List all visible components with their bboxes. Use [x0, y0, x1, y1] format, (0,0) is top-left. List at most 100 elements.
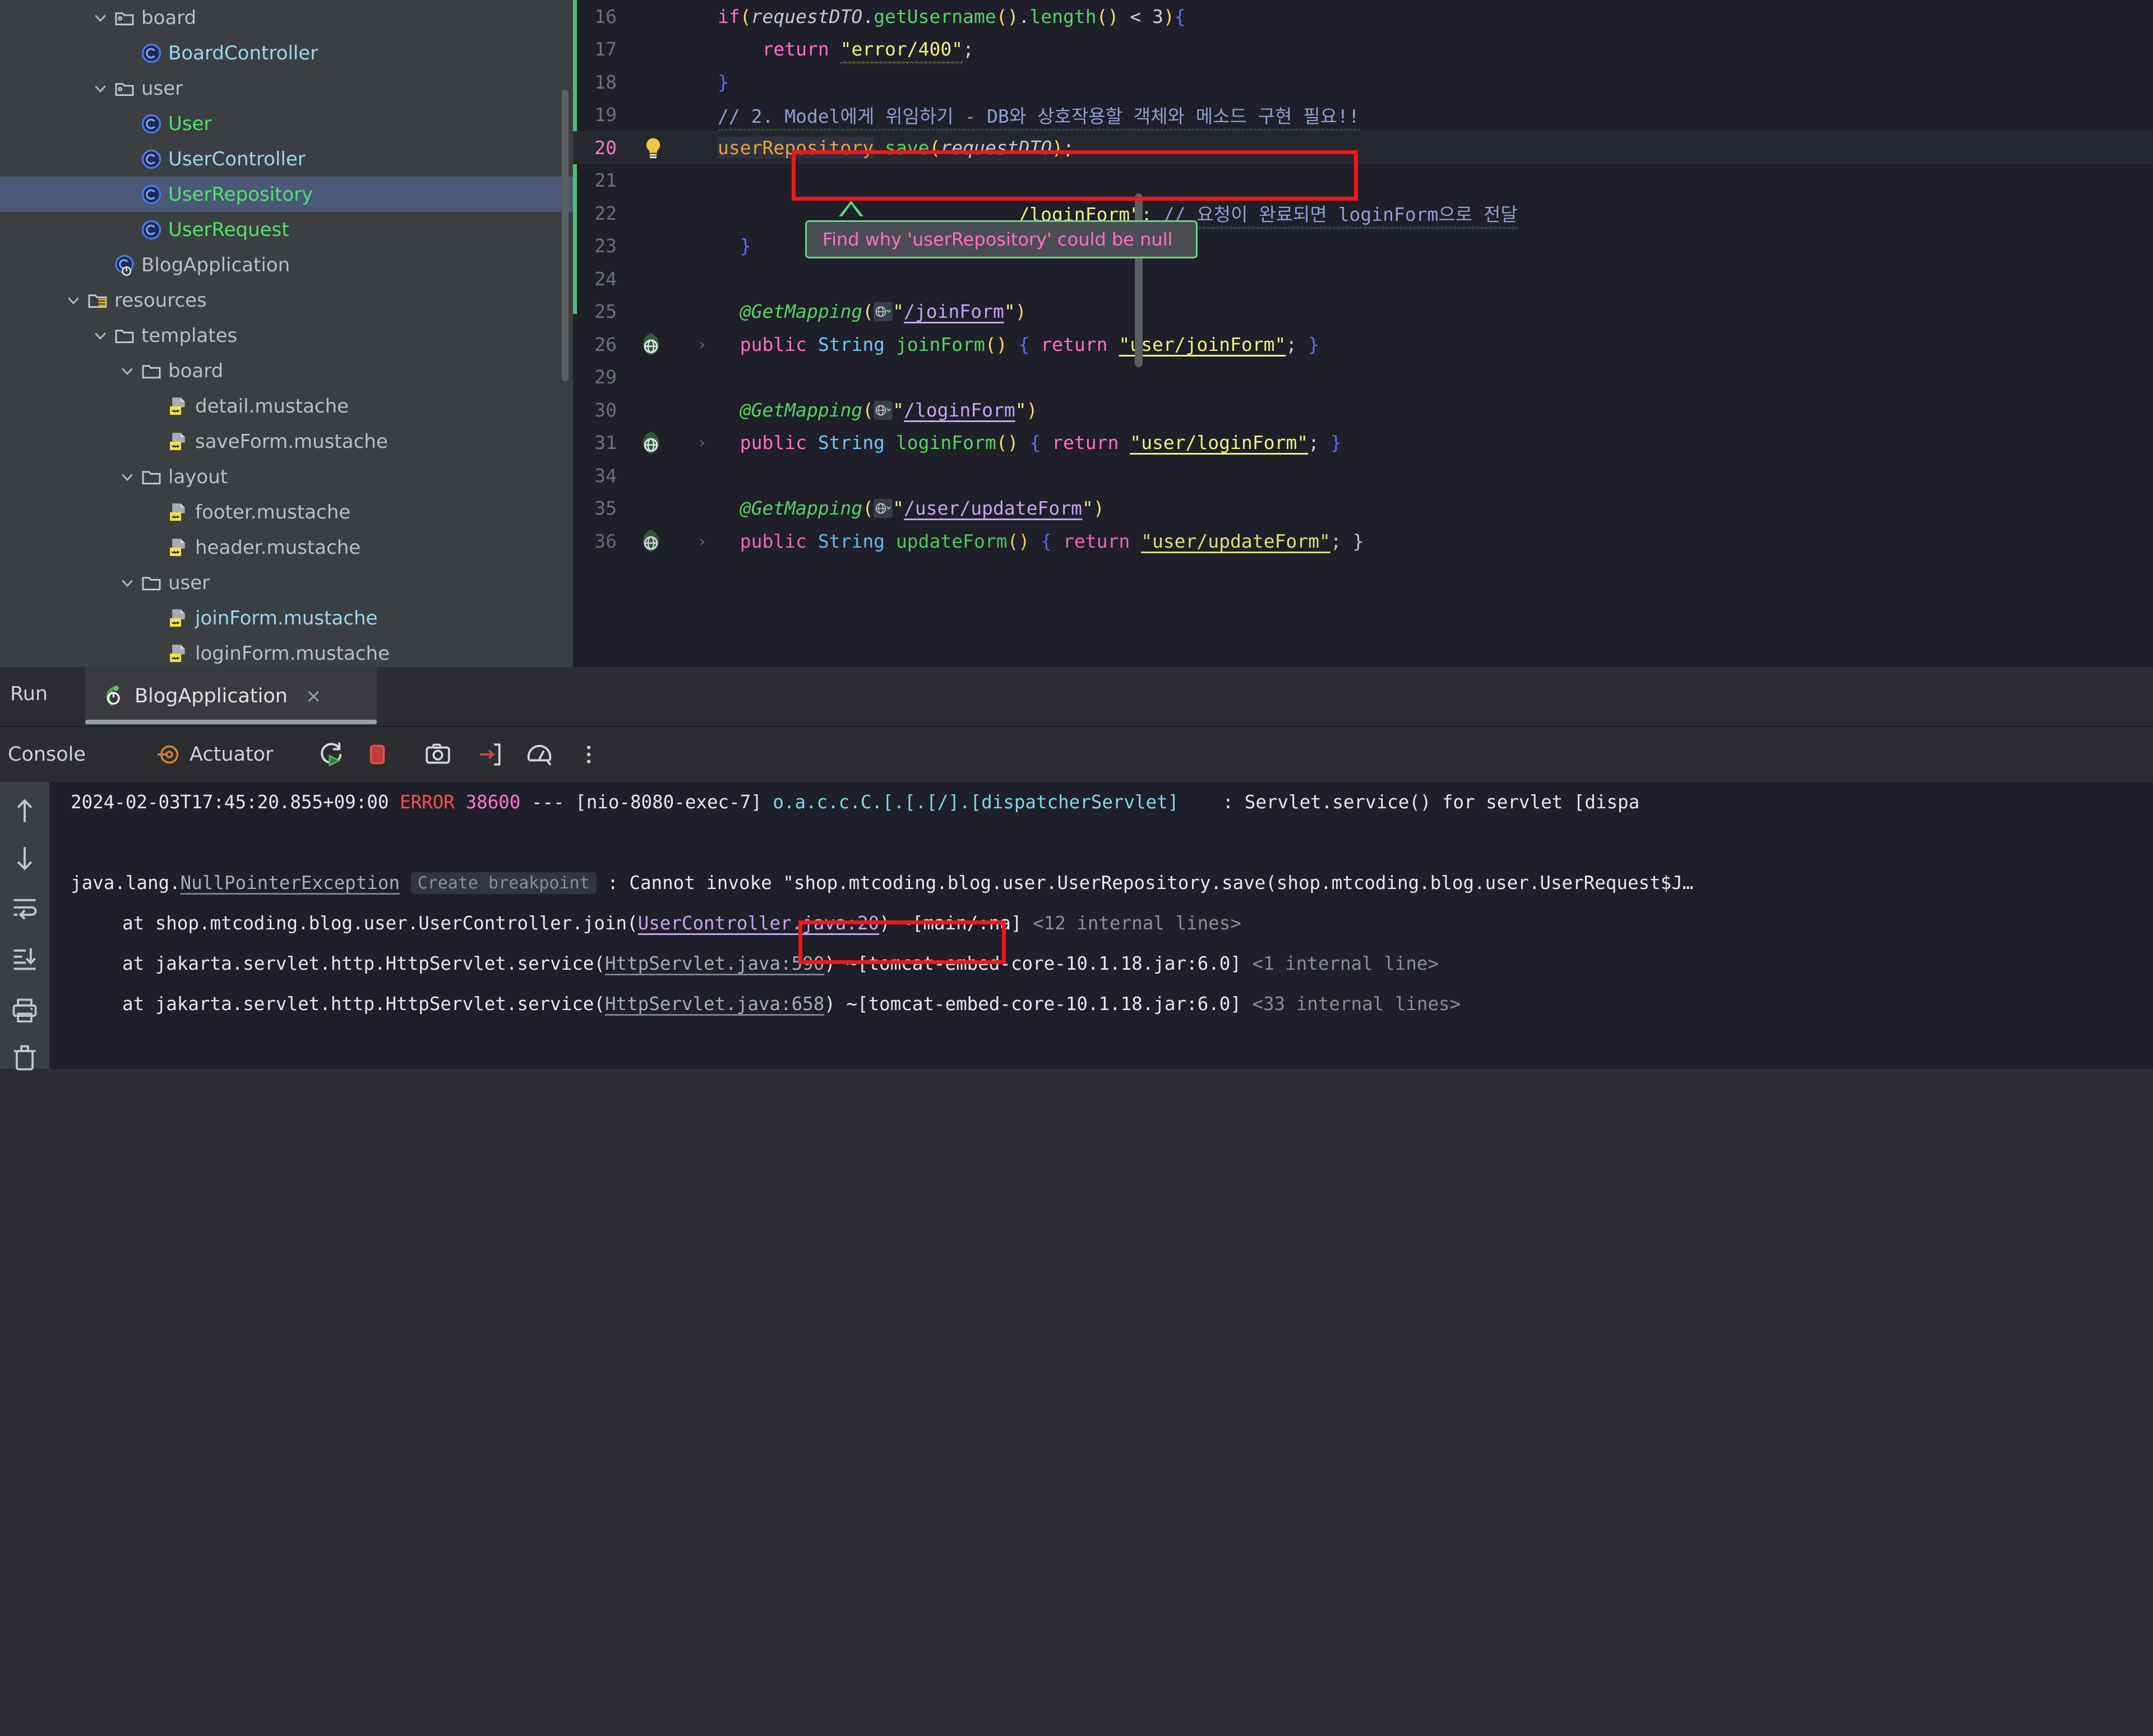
inspection-tooltip[interactable]: Find why 'userRepository' could be null: [805, 220, 1198, 258]
intention-bulb-icon[interactable]: [641, 136, 665, 160]
scroll-up-icon[interactable]: [10, 797, 39, 826]
code-line-24[interactable]: 24: [573, 262, 2153, 295]
tree-item-loginform-mustache[interactable]: loginForm.mustache: [0, 636, 573, 667]
tree-item-joinform-mustache[interactable]: joinForm.mustache: [0, 600, 573, 636]
chevron-down-icon[interactable]: [91, 8, 110, 27]
close-icon[interactable]: ×: [306, 685, 322, 707]
paren: ): [1163, 5, 1175, 27]
stack-trace-row[interactable]: ›at jakarta.servlet.http.HttpServlet.ser…: [49, 984, 2153, 1024]
stack-source-link[interactable]: HttpServlet.java:658: [605, 993, 824, 1015]
code-line-16[interactable]: 16 if(requestDTO.getUsername().length() …: [573, 0, 2153, 33]
run-tab-blogapplication[interactable]: BlogApplication ×: [85, 667, 377, 725]
path-loginform[interactable]: /loginForm: [904, 399, 1015, 421]
tree-item-user[interactable]: User: [0, 106, 573, 141]
stack-internal-lines[interactable]: <12 internal lines>: [1033, 913, 1241, 934]
path-joinform[interactable]: /joinForm: [904, 300, 1004, 322]
stack-internal-lines[interactable]: <33 internal lines>: [1252, 993, 1461, 1015]
code-line-29[interactable]: 29: [573, 361, 2153, 394]
scroll-to-end-icon[interactable]: [10, 945, 39, 974]
create-breakpoint-chip[interactable]: Create breakpoint: [410, 872, 597, 894]
print-icon[interactable]: [10, 996, 39, 1025]
npe-exception-link[interactable]: NullPointerException: [181, 872, 400, 894]
tree-item-user[interactable]: user: [0, 565, 573, 600]
request-mapping-globe-icon[interactable]: [638, 528, 664, 554]
code-line-36[interactable]: 36 › public String updateForm() { return…: [573, 525, 2153, 558]
chevron-down-icon[interactable]: [118, 362, 137, 381]
chevron-down-icon[interactable]: [91, 326, 110, 345]
chevron-down-icon[interactable]: [118, 467, 137, 487]
code-line-21[interactable]: 21: [573, 164, 2153, 197]
chevron-down-icon[interactable]: [64, 291, 83, 310]
code-line-18[interactable]: 18 }: [573, 66, 2153, 99]
tree-item-templates[interactable]: templates: [0, 318, 573, 353]
tree-item-usercontroller[interactable]: UserController: [0, 141, 573, 177]
rerun-button[interactable]: [317, 740, 345, 769]
tree-item-boardcontroller[interactable]: BoardController: [0, 35, 573, 71]
code-line-31[interactable]: 31 › public String loginForm() { return …: [573, 427, 2153, 460]
console-output[interactable]: 2024-02-03T17:45:20.855+09:00 ERROR 3860…: [49, 782, 2153, 1069]
annotation-getmapping: @GetMapping: [740, 300, 863, 323]
more-options-button[interactable]: [577, 740, 600, 769]
profiler-button[interactable]: [525, 740, 553, 769]
gutter-slot[interactable]: [625, 131, 686, 164]
request-mapping-globe-icon[interactable]: [638, 430, 664, 456]
soft-wrap-icon[interactable]: [10, 894, 39, 923]
code-line-17[interactable]: 17 return "error/400";: [573, 33, 2153, 66]
gutter-slot[interactable]: [625, 427, 686, 459]
tree-item-userrepository[interactable]: UserRepository: [0, 177, 573, 212]
code-line-34[interactable]: 34: [573, 459, 2153, 492]
tree-item-saveform-mustache[interactable]: saveForm.mustache: [0, 424, 573, 459]
code-line-30[interactable]: 30 @GetMapping("/loginForm"): [573, 394, 2153, 427]
gutter-slot[interactable]: [625, 328, 686, 360]
code-line-19[interactable]: 19 // 2. Model에게 위임하기 - DB와 상호작용할 객체와 메소…: [573, 99, 2153, 132]
web-globe-icon[interactable]: [874, 302, 893, 322]
path-user-updateform[interactable]: /user/updateForm: [904, 497, 1082, 519]
tree-item-board[interactable]: board: [0, 353, 573, 388]
tree-item-layout[interactable]: layout: [0, 459, 573, 494]
stack-source-link[interactable]: HttpServlet.java:590: [605, 953, 824, 974]
chevron-down-icon[interactable]: [91, 8, 110, 27]
stack-source-link[interactable]: UserController.java:20: [638, 913, 879, 934]
tree-item-board[interactable]: board: [0, 0, 573, 35]
screenshot-button[interactable]: [424, 740, 452, 769]
code-line-25[interactable]: 25 @GetMapping("/joinForm"): [573, 295, 2153, 328]
chevron-down-icon[interactable]: [118, 467, 137, 487]
tree-item-resources[interactable]: resources: [0, 283, 573, 318]
chevron-down-icon[interactable]: [118, 362, 137, 381]
tab-console[interactable]: Console: [8, 740, 86, 769]
chevron-down-icon[interactable]: [118, 573, 137, 592]
tree-item-user[interactable]: user: [0, 71, 573, 106]
scroll-down-icon[interactable]: [10, 844, 39, 873]
project-tree-scrollbar[interactable]: [562, 90, 569, 381]
web-globe-icon[interactable]: [874, 400, 893, 420]
clear-all-icon[interactable]: [10, 1043, 39, 1072]
chevron-down-icon[interactable]: [91, 79, 110, 98]
code-line-26[interactable]: 26 › public String joinForm() { return "…: [573, 328, 2153, 361]
editor-scrollbar[interactable]: [1135, 193, 1143, 367]
tree-item-blogapplication[interactable]: BlogApplication: [0, 247, 573, 283]
run-tool-window[interactable]: Run BlogApplication × Console Actuator 2…: [0, 667, 2153, 1736]
chevron-down-icon[interactable]: [91, 79, 110, 98]
tree-item-footer-mustache[interactable]: footer.mustache: [0, 494, 573, 530]
stack-internal-lines[interactable]: <1 internal line>: [1252, 953, 1439, 974]
gutter-slot[interactable]: [625, 525, 686, 557]
stack-trace-row[interactable]: ›at shop.mtcoding.blog.user.UserControll…: [49, 903, 2153, 943]
tooltip-caret: [839, 201, 863, 216]
project-tree-panel[interactable]: board BoardController user User UserControll…: [0, 0, 573, 667]
tree-item-header-mustache[interactable]: header.mustache: [0, 530, 573, 565]
request-mapping-globe-icon[interactable]: [638, 331, 664, 357]
web-globe-icon[interactable]: [874, 499, 893, 519]
chevron-down-icon[interactable]: [91, 326, 110, 345]
tab-actuator[interactable]: Actuator: [155, 740, 273, 769]
chevron-down-icon[interactable]: [118, 573, 137, 592]
stack-trace-row[interactable]: ›at jakarta.servlet.http.HttpServlet.ser…: [49, 943, 2153, 984]
tree-item-detail-mustache[interactable]: detail.mustache: [0, 388, 573, 424]
code-line-20[interactable]: 20 userRepository.save(requestDTO);: [573, 131, 2153, 164]
thread-dump-button[interactable]: [475, 740, 503, 769]
chevron-down-icon[interactable]: [64, 291, 83, 310]
stop-button[interactable]: [363, 740, 391, 769]
annotation-getmapping: @GetMapping: [740, 497, 863, 520]
tree-item-userrequest[interactable]: UserRequest: [0, 212, 573, 247]
code-editor[interactable]: 16 if(requestDTO.getUsername().length() …: [573, 0, 2153, 667]
code-line-35[interactable]: 35 @GetMapping("/user/updateForm"): [573, 492, 2153, 525]
